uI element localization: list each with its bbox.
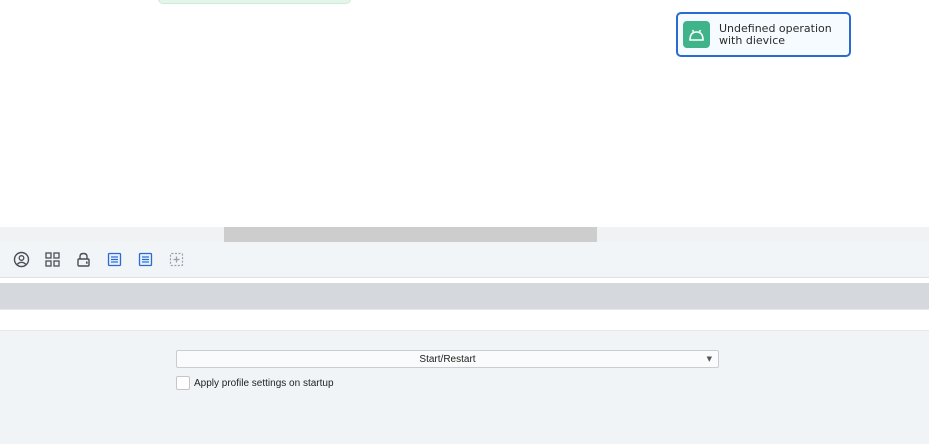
- apply-profile-checkbox[interactable]: [176, 376, 190, 390]
- list-icon[interactable]: [105, 250, 124, 269]
- list-icon[interactable]: [136, 250, 155, 269]
- flow-canvas[interactable]: Undefined operation with dievice: [0, 0, 929, 227]
- action-select[interactable]: Start/Restart ▼: [176, 350, 719, 368]
- partial-node[interactable]: [158, 0, 351, 4]
- chevron-down-icon: ▼: [706, 355, 712, 363]
- horizontal-scrollbar[interactable]: [0, 227, 929, 242]
- grid-icon[interactable]: [43, 250, 62, 269]
- panel-divider: [0, 309, 929, 331]
- settings-panel: [0, 331, 929, 444]
- node-label: Undefined operation with dievice: [719, 21, 832, 47]
- scrollbar-thumb[interactable]: [224, 227, 597, 242]
- apply-profile-label: Apply profile settings on startup: [194, 377, 334, 389]
- action-select-value: Start/Restart: [419, 353, 476, 365]
- apply-profile-row[interactable]: Apply profile settings on startup: [176, 376, 334, 390]
- operation-node[interactable]: Undefined operation with dievice: [676, 12, 851, 57]
- lock-icon[interactable]: [74, 250, 93, 269]
- panel-header-band: [0, 283, 929, 309]
- user-circle-icon[interactable]: [12, 250, 31, 269]
- android-icon: [683, 21, 710, 48]
- bottom-toolbar: [0, 242, 929, 278]
- add-node-icon[interactable]: [167, 250, 186, 269]
